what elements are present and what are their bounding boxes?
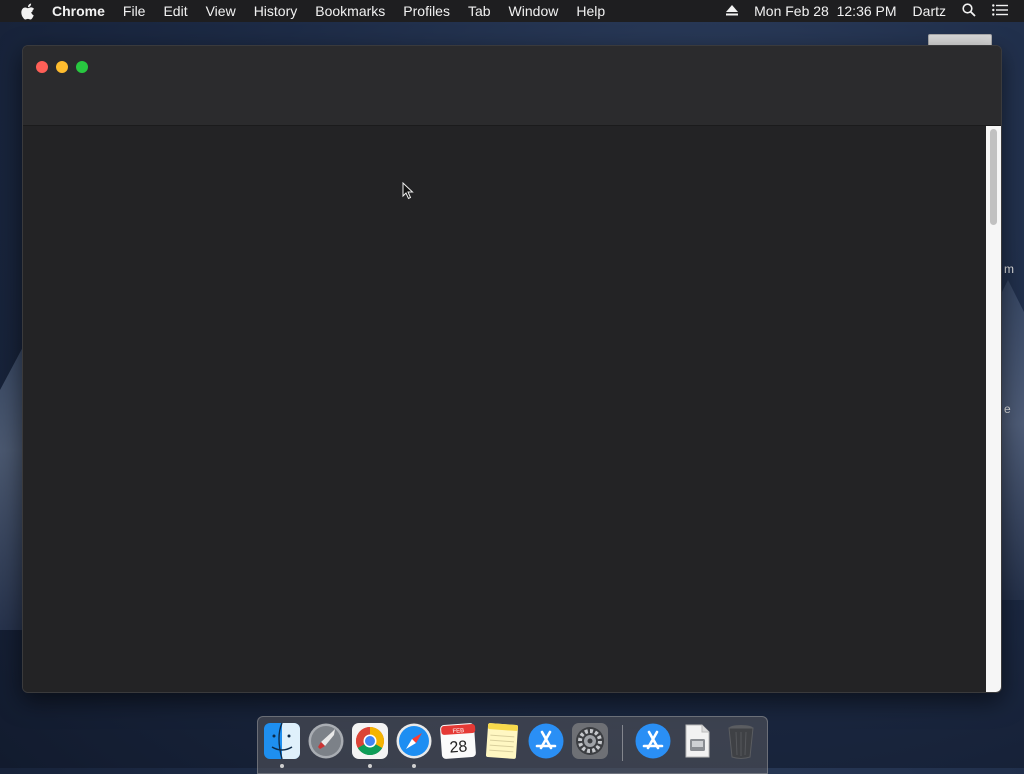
launchpad-icon[interactable] <box>307 722 345 760</box>
calendar-day: 28 <box>449 738 468 756</box>
zoom-window-button[interactable] <box>76 61 88 73</box>
menu-profiles[interactable]: Profiles <box>403 3 450 19</box>
window-titlebar[interactable] <box>23 46 1001 126</box>
menu-tab[interactable]: Tab <box>468 3 491 19</box>
app-store-folder-icon[interactable] <box>634 722 672 760</box>
system-preferences-icon[interactable] <box>571 722 609 760</box>
finder-icon[interactable] <box>263 722 301 760</box>
clock-datetime[interactable]: Mon Feb 28 12:36 PM <box>754 3 896 19</box>
document-stack-icon[interactable] <box>678 722 716 760</box>
trash-icon[interactable] <box>722 722 760 760</box>
menu-app-name[interactable]: Chrome <box>52 3 105 19</box>
menu-history[interactable]: History <box>254 3 298 19</box>
desktop-label-fragment: m <box>1004 262 1014 276</box>
menu-view[interactable]: View <box>206 3 236 19</box>
spotlight-search-icon[interactable] <box>962 2 976 20</box>
calendar-month: FEB <box>452 728 464 735</box>
chrome-window <box>22 45 1002 693</box>
status-area: Mon Feb 28 12:36 PM Dartz <box>726 0 1024 22</box>
page-content[interactable] <box>23 126 987 692</box>
app-store-icon[interactable] <box>527 722 565 760</box>
menu-window[interactable]: Window <box>509 3 559 19</box>
close-window-button[interactable] <box>36 61 48 73</box>
running-indicator <box>368 764 372 768</box>
menu-bookmarks[interactable]: Bookmarks <box>315 3 385 19</box>
minimize-window-button[interactable] <box>56 61 68 73</box>
notification-center-icon[interactable] <box>992 3 1008 19</box>
mouse-pointer-icon <box>402 182 414 200</box>
menu-file[interactable]: File <box>123 3 146 19</box>
running-indicator <box>412 764 416 768</box>
menu-help[interactable]: Help <box>576 3 605 19</box>
menu-bar: Chrome File Edit View History Bookmarks … <box>0 0 1024 22</box>
scrollbar-thumb[interactable] <box>990 129 997 225</box>
calendar-icon[interactable]: FEB 28 <box>439 722 477 760</box>
running-indicator <box>280 764 284 768</box>
apple-menu-icon[interactable] <box>20 2 38 20</box>
notes-icon[interactable] <box>483 722 521 760</box>
desktop-label-fragment: e <box>1004 402 1011 416</box>
menu-edit[interactable]: Edit <box>163 3 187 19</box>
chrome-icon[interactable] <box>351 722 389 760</box>
eject-icon[interactable] <box>726 3 739 19</box>
dock: FEB 28 <box>257 716 768 774</box>
user-name[interactable]: Dartz <box>913 3 946 19</box>
vertical-scrollbar[interactable] <box>986 126 1001 692</box>
safari-icon[interactable] <box>395 722 433 760</box>
dock-separator <box>622 725 623 761</box>
